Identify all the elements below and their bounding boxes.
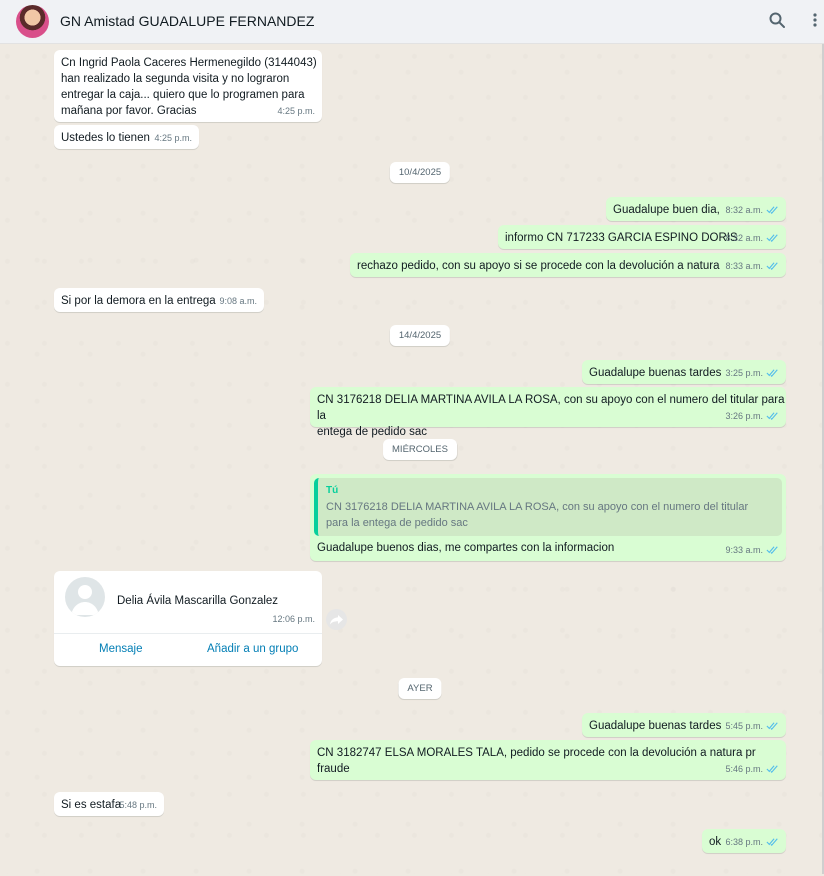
quote-text: CN 3176218 DELIA MARTINA AVILA LA ROSA, … [326, 501, 749, 529]
forward-icon[interactable] [326, 609, 347, 630]
message-text: Guadalupe buenas tardes [589, 720, 722, 732]
date-separator: MIÉRCOLES [383, 439, 457, 460]
message-outgoing[interactable]: Guadalupe buenas tardes 5:45 p.m. [582, 713, 786, 737]
message-text: Guadalupe buen dia, [613, 204, 720, 216]
message-time: 12:06 p.m. [272, 614, 315, 624]
contact-card[interactable]: Delia Ávila Mascarilla Gonzalez 12:06 p.… [54, 571, 322, 666]
message-outgoing[interactable]: CN 3176218 DELIA MARTINA AVILA LA ROSA, … [310, 387, 786, 438]
search-icon[interactable] [768, 11, 786, 32]
message-text: Si es estafa [61, 799, 122, 811]
read-ticks-icon [766, 262, 778, 270]
message-time: 8:32 a.m. [725, 233, 763, 243]
contact-placeholder-avatar [65, 577, 105, 617]
message-time: 9:08 a.m. [219, 296, 257, 306]
contact-message-button[interactable]: Mensaje [99, 641, 142, 657]
read-ticks-icon [766, 234, 778, 242]
date-separator: 10/4/2025 [389, 162, 451, 183]
read-ticks-icon [766, 412, 778, 420]
message-text: Guadalupe buenas tardes [589, 367, 722, 379]
contact-add-to-group-button[interactable]: Añadir a un grupo [207, 641, 298, 657]
message-outgoing-reply[interactable]: Tú CN 3176218 DELIA MARTINA AVILA LA ROS… [310, 474, 786, 561]
message-text: CN 3176218 DELIA MARTINA AVILA LA ROSA, … [317, 394, 785, 438]
message-incoming[interactable]: Si es estafa 5:48 p.m. [54, 792, 164, 816]
message-text: informo CN 717233 GARCIA ESPINO DORIS [505, 232, 738, 244]
quote-author: Tú [326, 485, 339, 496]
date-separator: AYER [398, 678, 442, 699]
message-time: 5:45 p.m. [725, 721, 763, 731]
message-outgoing[interactable]: Guadalupe buen dia, 8:32 a.m. [606, 197, 786, 221]
message-outgoing[interactable]: rechazo pedido, con su apoyo si se proce… [350, 253, 786, 277]
contact-name: Delia Ávila Mascarilla Gonzalez [117, 595, 279, 607]
read-ticks-icon [766, 838, 778, 846]
message-incoming[interactable]: Cn Ingrid Paola Caceres Hermenegildo (31… [54, 50, 322, 122]
message-incoming[interactable]: Ustedes lo tienen 4:25 p.m. [54, 125, 199, 149]
message-time: 4:25 p.m. [277, 106, 315, 116]
message-time: 5:48 p.m. [119, 800, 157, 810]
date-separator: 14/4/2025 [389, 325, 451, 346]
message-text: Ustedes lo tienen [61, 132, 150, 144]
message-time: 5:46 p.m. [725, 764, 763, 774]
message-incoming[interactable]: Si por la demora en la entrega 9:08 a.m. [54, 288, 264, 312]
message-outgoing[interactable]: CN 3182747 ELSA MORALES TALA, pedido se … [310, 740, 786, 780]
divider [54, 633, 322, 634]
message-text: Si por la demora en la entrega [61, 295, 216, 307]
message-text: ok [709, 836, 722, 848]
read-ticks-icon [766, 765, 778, 773]
message-outgoing[interactable]: Guadalupe buenas tardes 3:25 p.m. [582, 360, 786, 384]
read-ticks-icon [766, 722, 778, 730]
message-time: 6:38 p.m. [725, 837, 763, 847]
read-ticks-icon [766, 206, 778, 214]
message-outgoing[interactable]: informo CN 717233 GARCIA ESPINO DORIS 8:… [498, 225, 786, 249]
message-outgoing[interactable]: ok 6:38 p.m. [702, 829, 786, 853]
chat-header: GN Amistad GUADALUPE FERNANDEZ [0, 0, 824, 44]
quoted-message[interactable]: Tú CN 3176218 DELIA MARTINA AVILA LA ROS… [314, 478, 782, 536]
message-text: CN 3182747 ELSA MORALES TALA, pedido se … [317, 747, 756, 775]
message-text: rechazo pedido, con su apoyo si se proce… [357, 260, 720, 272]
message-time: 9:33 a.m. [725, 545, 763, 555]
message-text: Guadalupe buenos dias, me compartes con … [317, 542, 615, 554]
contact-avatar[interactable] [16, 5, 49, 38]
message-time: 8:32 a.m. [725, 205, 763, 215]
read-ticks-icon [766, 546, 778, 554]
message-time: 8:33 a.m. [725, 261, 763, 271]
message-time: 3:25 p.m. [725, 368, 763, 378]
message-time: 4:25 p.m. [154, 133, 192, 143]
chat-title[interactable]: GN Amistad GUADALUPE FERNANDEZ [60, 13, 314, 29]
read-ticks-icon [766, 369, 778, 377]
more-vertical-icon[interactable] [812, 11, 818, 32]
message-time: 3:26 p.m. [725, 411, 763, 421]
